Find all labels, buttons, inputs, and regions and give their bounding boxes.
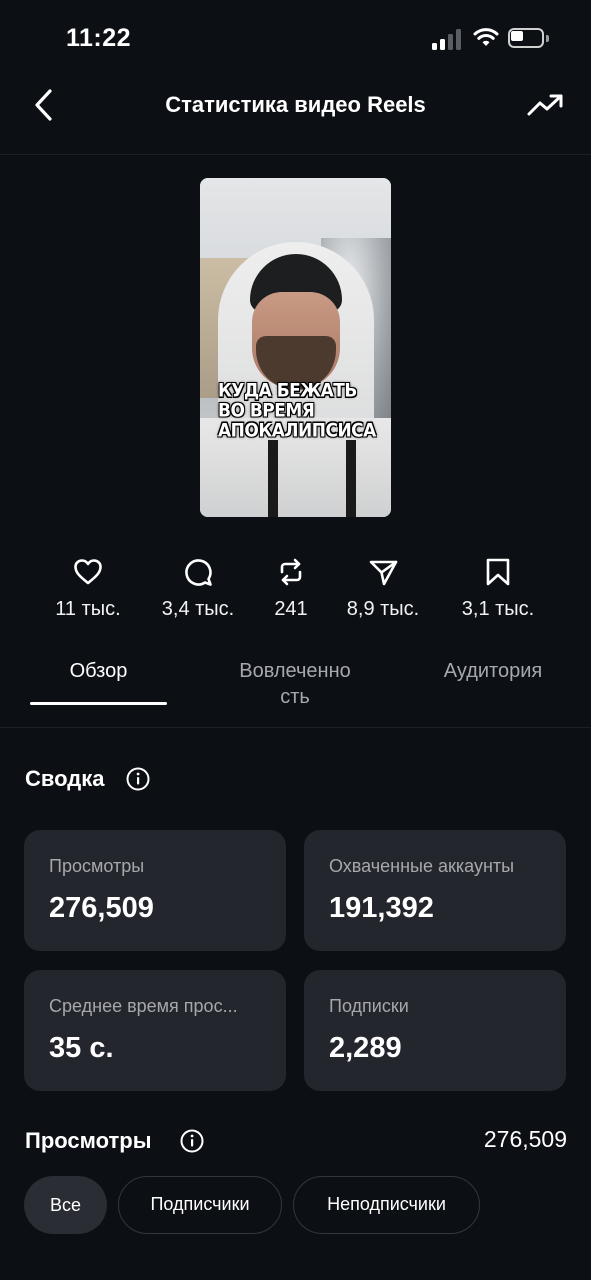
comment-icon	[185, 559, 212, 586]
header: Статистика видео Reels	[0, 76, 591, 155]
views-info-icon[interactable]	[180, 1129, 204, 1153]
card-value: 276,509	[49, 892, 154, 924]
active-tab-indicator	[30, 702, 167, 705]
views-total: 276,509	[483, 1126, 567, 1152]
tab-overview[interactable]: Обзор	[30, 658, 167, 684]
filter-non-followers-chip[interactable]: Неподписчики	[293, 1176, 480, 1234]
wifi-icon	[473, 28, 499, 46]
status-bar: 11:22	[0, 0, 591, 80]
tab-bar: Обзор Вовлеченно сть Аудитория	[0, 654, 591, 728]
reel-thumbnail[interactable]: КУДА БЕЖАТЬ ВО ВРЕМЯ АПОКАЛИПСИСА	[200, 178, 391, 517]
summary-title: Сводка	[25, 766, 105, 791]
card-label: Подписки	[329, 996, 409, 1016]
battery-icon	[508, 28, 552, 50]
cellular-signal-icon	[432, 28, 464, 50]
metric-value: 11 тыс.	[55, 598, 121, 620]
card-value: 35 с.	[49, 1032, 114, 1064]
filter-all-chip[interactable]: Все	[24, 1176, 107, 1234]
thumbnail-caption: КУДА БЕЖАТЬ ВО ВРЕМЯ АПОКАЛИПСИСА	[218, 380, 376, 442]
tab-audience[interactable]: Аудитория	[425, 658, 561, 684]
metrics-row: 11 тыс. 3,4 тыс. 241 8,9 тыс. 3,1 тыс.	[0, 556, 591, 626]
page-title: Статистика видео Reels	[165, 92, 426, 117]
repost-icon	[280, 558, 302, 586]
card-label: Охваченные аккаунты	[329, 856, 515, 876]
card-value: 191,392	[329, 892, 434, 924]
card-follows[interactable]: Подписки 2,289	[304, 970, 566, 1091]
summary-info-icon[interactable]	[126, 767, 150, 791]
card-views[interactable]: Просмотры 276,509	[24, 830, 286, 951]
bookmark-icon	[486, 558, 510, 586]
card-average-watch-time[interactable]: Среднее время прос... 35 с.	[24, 970, 286, 1091]
screen: 11:22 Статистика видео Reels КУДА БЕЖАТЬ…	[0, 0, 591, 1280]
status-time: 11:22	[66, 24, 132, 52]
card-label: Просмотры	[49, 856, 145, 876]
metric-shares: 8,9 тыс.	[328, 556, 438, 621]
share-icon	[369, 560, 398, 586]
card-label: Среднее время прос...	[49, 996, 238, 1016]
metric-likes: 11 тыс.	[33, 556, 143, 621]
metric-value: 8,9 тыс.	[346, 598, 420, 620]
metric-saves: 3,1 тыс.	[443, 556, 553, 621]
trend-chart-icon[interactable]	[526, 90, 566, 122]
filter-followers-chip[interactable]: Подписчики	[118, 1176, 282, 1234]
card-value: 2,289	[329, 1032, 402, 1064]
metric-value: 3,1 тыс.	[461, 598, 535, 620]
tab-engagement[interactable]: Вовлеченно сть	[215, 658, 375, 710]
heart-icon	[74, 559, 102, 585]
card-accounts-reached[interactable]: Охваченные аккаунты 191,392	[304, 830, 566, 951]
views-section-title: Просмотры	[25, 1128, 152, 1153]
